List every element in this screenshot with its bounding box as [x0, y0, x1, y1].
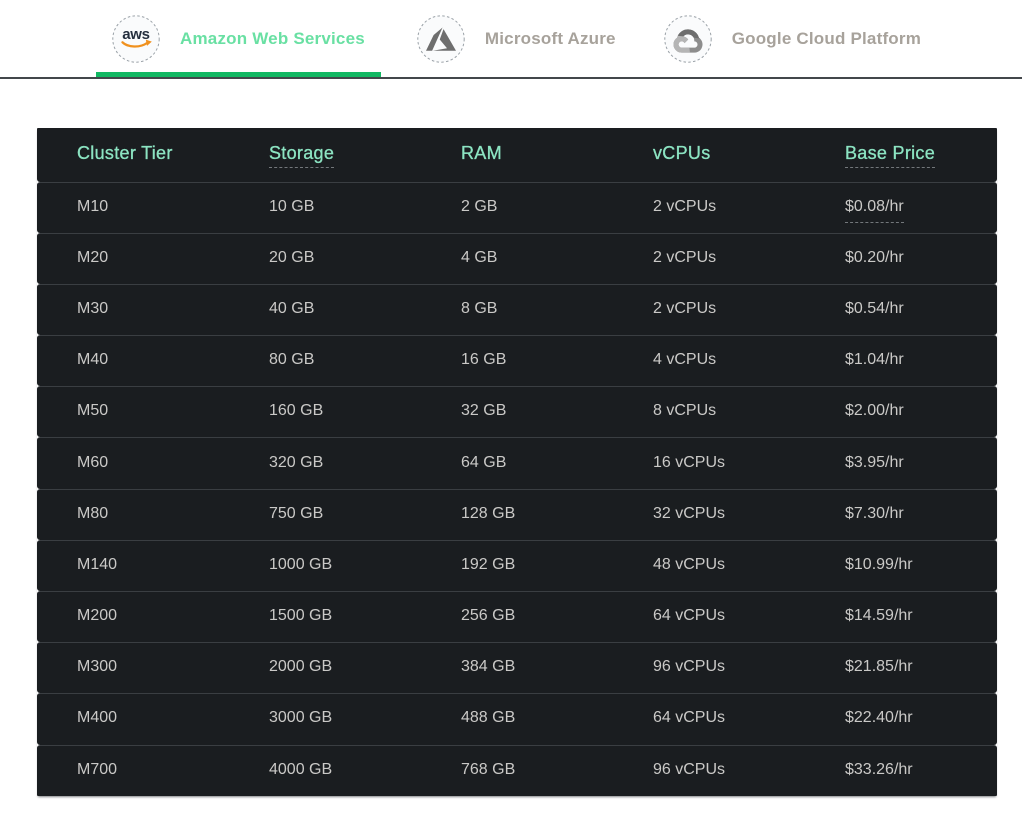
svg-text:aws: aws	[122, 26, 149, 43]
